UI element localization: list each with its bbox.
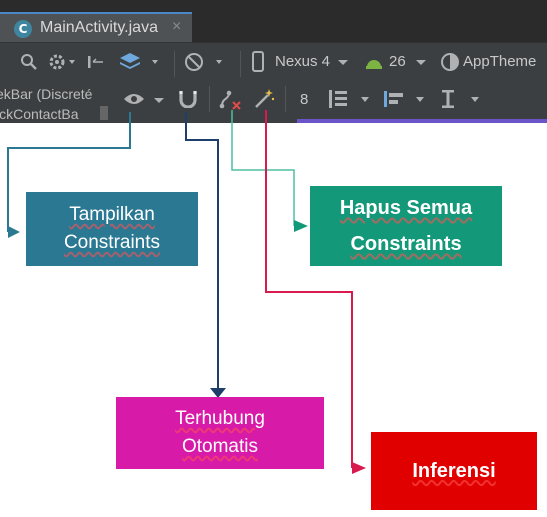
callout-show-constraints-line1: Tampilkan <box>69 204 155 225</box>
callout-autoconnect-line2: Otomatis <box>181 436 259 457</box>
leader-clear-constraints <box>231 110 308 232</box>
callout-infer: Inferensi <box>371 432 537 510</box>
callout-clear-constraints-line1: Hapus Semua <box>339 197 473 219</box>
callout-autoconnect: Terhubung Otomatis <box>116 397 324 469</box>
callout-show-constraints-line2: Constraints <box>63 232 161 253</box>
callout-clear-constraints: Hapus Semua Constraints <box>310 186 502 266</box>
callout-infer-line1: Inferensi <box>412 459 496 482</box>
callout-show-constraints: Tampilkan Constraints <box>26 192 198 266</box>
callout-clear-constraints-line2: Constraints <box>350 233 462 255</box>
callout-autoconnect-line1: Terhubung <box>175 408 265 429</box>
